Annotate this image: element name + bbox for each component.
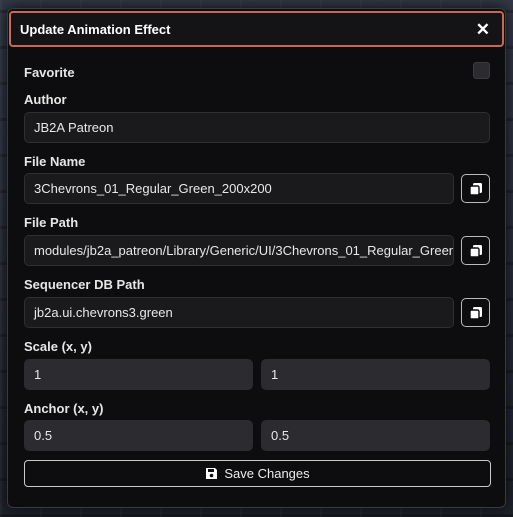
copy-icon	[468, 306, 482, 320]
author-label: Author	[24, 92, 67, 107]
scale-label: Scale (x, y)	[24, 339, 92, 354]
anchor-label: Anchor (x, y)	[24, 401, 104, 416]
anchor-y-field[interactable]: 0.5	[261, 420, 490, 451]
scale-x-field[interactable]: 1	[24, 359, 253, 390]
close-icon[interactable]: ✕	[476, 21, 490, 38]
copy-icon	[468, 244, 482, 258]
sequencer-db-path-label: Sequencer DB Path	[24, 277, 145, 292]
save-changes-label: Save Changes	[224, 466, 310, 481]
dialog-title: Update Animation Effect	[20, 21, 171, 37]
copy-sequencer-db-path-button[interactable]	[461, 298, 490, 327]
save-icon	[206, 468, 218, 479]
copy-file-path-button[interactable]	[461, 236, 490, 265]
file-path-label: File Path	[24, 215, 79, 230]
file-name-label: File Name	[24, 154, 86, 169]
anchor-x-field[interactable]: 0.5	[24, 420, 253, 451]
save-changes-button[interactable]: Save Changes	[24, 460, 491, 487]
copy-icon	[468, 182, 482, 196]
file-name-field[interactable]: 3Chevrons_01_Regular_Green_200x200	[24, 173, 454, 204]
favorite-label: Favorite	[24, 65, 75, 80]
sequencer-db-path-field[interactable]: jb2a.ui.chevrons3.green	[24, 297, 454, 328]
file-path-field[interactable]: modules/jb2a_patreon/Library/Generic/UI/…	[24, 235, 454, 266]
favorite-checkbox[interactable]	[473, 62, 490, 79]
author-field[interactable]: JB2A Patreon	[24, 112, 490, 143]
update-animation-dialog: Update Animation Effect ✕ Favorite Autho…	[7, 8, 506, 508]
copy-file-name-button[interactable]	[461, 174, 490, 203]
dialog-header[interactable]: Update Animation Effect ✕	[9, 11, 504, 47]
scale-y-field[interactable]: 1	[261, 359, 490, 390]
